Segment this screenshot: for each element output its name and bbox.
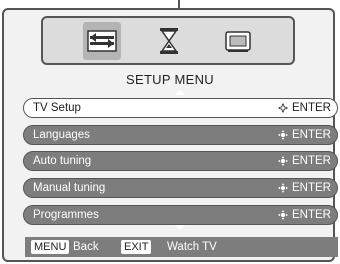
picture-icon[interactable] — [219, 22, 257, 60]
menu-item-action: ENTER — [278, 208, 331, 222]
menu-item-label: Languages — [33, 129, 90, 141]
menu-item-programmes[interactable]: Programmes ENTER — [23, 205, 338, 225]
menu-item-action: ENTER — [278, 128, 331, 142]
menu-item-tv-setup[interactable]: TV Setup ENTER — [23, 98, 338, 118]
exit-key-badge[interactable]: EXIT — [121, 240, 152, 254]
navigation-pad-icon — [278, 130, 289, 140]
menu-icon-bar — [41, 16, 295, 65]
scroll-up-icon — [175, 90, 185, 95]
menu-item-languages[interactable]: Languages ENTER — [23, 125, 338, 145]
timer-icon[interactable] — [150, 22, 188, 60]
menu-item-manual-tuning[interactable]: Manual tuning ENTER — [23, 178, 338, 198]
setup-icon[interactable] — [83, 22, 121, 60]
scroll-down-icon — [175, 225, 185, 230]
menu-key-badge[interactable]: MENU — [31, 240, 70, 254]
menu-key-hint: Back — [73, 241, 99, 253]
help-footer: MENU Back EXIT Watch TV — [25, 237, 338, 257]
navigation-pad-icon — [278, 210, 289, 220]
page-title: SETUP MENU — [126, 72, 214, 87]
navigation-pad-icon — [278, 156, 289, 166]
menu-item-auto-tuning[interactable]: Auto tuning ENTER — [23, 151, 338, 171]
tv-setup-menu-screen: SETUP MENU TV Setup ENTER Languages ENTE… — [0, 0, 340, 264]
navigation-pad-icon — [278, 103, 289, 113]
navigation-pad-icon — [278, 183, 289, 193]
menu-item-label: Manual tuning — [33, 182, 106, 194]
menu-item-action: ENTER — [278, 154, 331, 168]
menu-item-label: Programmes — [33, 209, 99, 221]
menu-item-action: ENTER — [278, 181, 331, 195]
menu-item-action: ENTER — [278, 101, 331, 115]
exit-key-hint: Watch TV — [167, 241, 217, 253]
menu-item-label: Auto tuning — [33, 155, 92, 167]
menu-item-label: TV Setup — [33, 102, 81, 114]
